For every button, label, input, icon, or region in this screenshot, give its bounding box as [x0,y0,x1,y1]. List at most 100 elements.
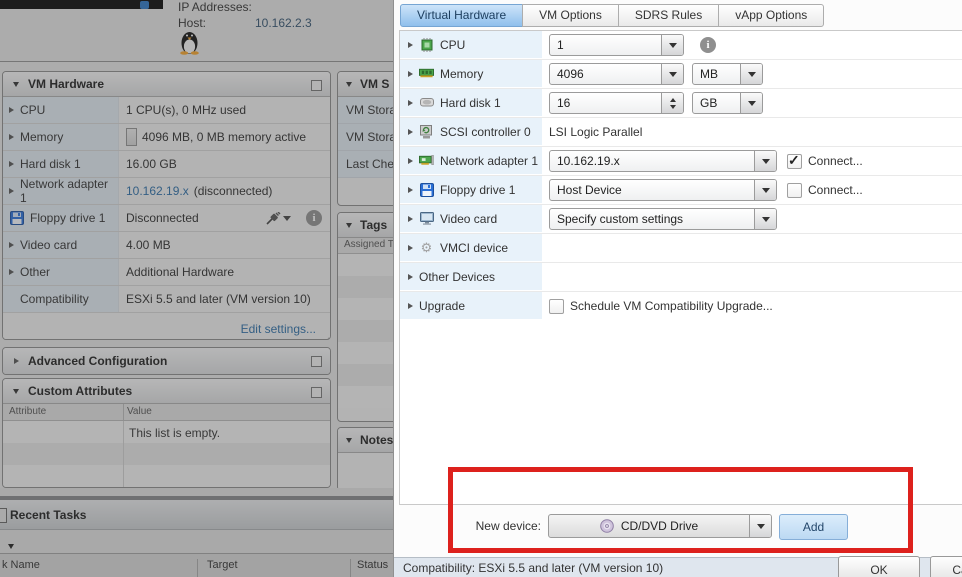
row-label: Network adapter 1 [440,154,538,168]
network-connect-checkbox[interactable] [787,154,802,169]
expand-arrow-icon[interactable] [408,216,413,222]
panel-title: VM S [360,77,389,91]
console-refresh-icon[interactable] [140,1,149,9]
edit-settings-link[interactable]: Edit settings... [241,322,316,336]
network-link[interactable]: 10.162.19.x [126,184,189,198]
row-label: CPU [440,38,465,52]
expand-arrow-icon[interactable] [9,188,14,194]
collapse-arrow-icon[interactable] [346,82,352,87]
memory-unit-combobox[interactable]: MB [692,63,763,85]
cancel-button[interactable]: Cancel [930,556,962,577]
expand-arrow-icon[interactable] [408,303,413,309]
virtual-hardware-device-list: CPU 1 i Memory [399,30,962,505]
floppy-combobox[interactable]: Host Device [549,179,777,201]
tab-vapp-options[interactable]: vApp Options [718,4,824,27]
vm-hardware-header[interactable]: VM Hardware [3,72,330,97]
recent-tasks-header[interactable]: Recent Tasks [0,500,393,530]
summary-divider [0,61,393,62]
dropdown-arrow-icon[interactable] [754,209,776,229]
dialog-row-scsi-controller: SCSI controller 0 LSI Logic Parallel [400,118,962,147]
expand-arrow-icon[interactable] [408,42,413,48]
collapse-arrow-icon[interactable] [346,438,352,443]
hard-disk-size-spinner[interactable]: 16 [549,92,684,114]
cd-dvd-icon [600,519,615,534]
new-device-combobox[interactable]: CD/DVD Drive [548,514,772,538]
ip-addresses-label: IP Addresses: [178,0,252,14]
expand-arrow-icon[interactable] [14,358,19,364]
expand-arrow-icon[interactable] [9,242,14,248]
network-status: (disconnected) [194,184,273,198]
minimize-icon[interactable] [311,80,322,91]
console-thumbnail[interactable] [0,0,163,9]
column-status[interactable]: Status [357,559,388,571]
minimize-icon[interactable] [311,356,322,367]
tags-header[interactable]: Tags [338,213,393,238]
info-icon[interactable]: i [700,37,716,53]
column-value[interactable]: Value [127,406,152,417]
expand-arrow-icon[interactable] [408,158,413,164]
hw-row-compatibility: Compatibility ESXi 5.5 and later (VM ver… [3,286,330,313]
edit-settings-dialog: Virtual Hardware VM Options SDRS Rules v… [393,0,962,577]
collapse-arrow-icon[interactable] [13,389,19,394]
dropdown-arrow-icon[interactable] [754,180,776,200]
connect-label: Connect... [808,183,863,197]
cpu-count-combobox[interactable]: 1 [549,34,684,56]
row-label: Last Che [346,157,393,171]
add-device-button[interactable]: Add [779,514,848,540]
compatibility-text: Compatibility: ESXi 5.5 and later (VM ve… [403,561,663,575]
expand-arrow-icon[interactable] [408,100,413,106]
resize-grip-icon[interactable]: ◢ [322,335,329,340]
column-divider[interactable] [197,559,198,577]
ok-button[interactable]: OK [838,556,920,577]
advanced-configuration-header[interactable]: Advanced Configuration [3,348,330,374]
row-label: Network adapter 1 [20,177,118,205]
expand-arrow-icon[interactable] [9,161,14,167]
task-filter-dropdown-icon[interactable] [8,544,14,549]
notes-header[interactable]: Notes [338,428,393,453]
expand-arrow-icon[interactable] [408,187,413,193]
column-divider[interactable] [350,559,351,577]
row-value: 16.00 GB [126,157,177,171]
column-target[interactable]: Target [207,559,238,571]
row-value: Additional Hardware [126,265,234,279]
dropdown-arrow-icon[interactable] [661,64,683,84]
dropdown-arrow-icon[interactable] [740,64,762,84]
dropdown-arrow-icon[interactable] [754,151,776,171]
column-attribute[interactable]: Attribute [9,406,46,417]
hard-disk-unit-combobox[interactable]: GB [692,92,763,114]
collapse-arrow-icon[interactable] [346,223,352,228]
video-settings-combobox[interactable]: Specify custom settings [549,208,777,230]
row-label: SCSI controller 0 [440,125,531,139]
schedule-upgrade-checkbox[interactable] [549,299,564,314]
expand-arrow-icon[interactable] [408,245,413,251]
expand-arrow-icon[interactable] [9,134,14,140]
host-ip-value[interactable]: 10.162.2.3 [255,16,312,30]
expand-arrow-icon[interactable] [408,71,413,77]
schedule-upgrade-label: Schedule VM Compatibility Upgrade... [570,299,773,313]
memory-size-combobox[interactable]: 4096 [549,63,684,85]
row-value: 4.00 MB [126,238,171,252]
connect-device-icon[interactable] [266,212,291,225]
expand-arrow-icon[interactable] [9,269,14,275]
spinner-arrows-icon[interactable] [661,93,683,113]
expand-arrow-icon[interactable] [408,129,413,135]
expand-arrow-icon[interactable] [408,274,413,280]
dropdown-arrow-icon[interactable] [749,515,771,537]
network-combobox[interactable]: 10.162.19.x [549,150,777,172]
floppy-connect-checkbox[interactable] [787,183,802,198]
custom-attributes-header[interactable]: Custom Attributes [3,379,330,404]
minimize-icon[interactable] [311,387,322,398]
tab-virtual-hardware[interactable]: Virtual Hardware [400,4,523,27]
info-icon[interactable]: i [306,210,322,226]
column-task-name[interactable]: k Name [2,559,40,571]
assigned-tag-column[interactable]: Assigned T [344,239,393,250]
dropdown-arrow-icon[interactable] [740,93,762,113]
column-divider[interactable] [123,404,124,420]
dropdown-arrow-icon[interactable] [661,35,683,55]
tab-vm-options[interactable]: VM Options [522,4,619,27]
storage-policies-header[interactable]: VM S [338,72,393,97]
collapse-arrow-icon[interactable] [13,82,19,87]
expand-arrow-icon[interactable] [9,107,14,113]
tab-sdrs-rules[interactable]: SDRS Rules [618,4,719,27]
network-adapter-icon [419,153,434,168]
